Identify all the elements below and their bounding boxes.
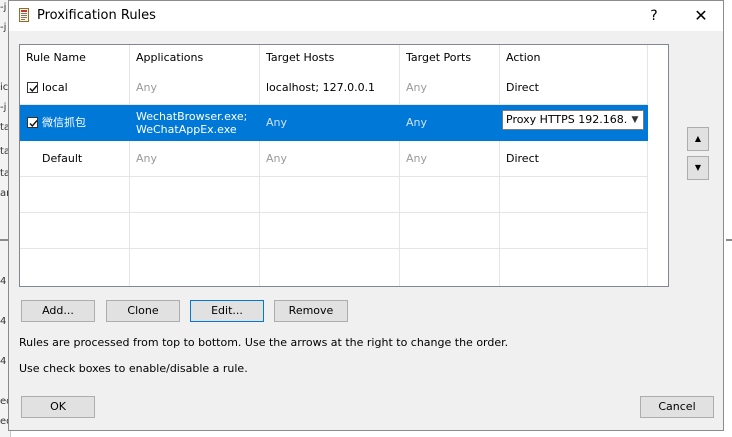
rule-name: 微信抓包 xyxy=(42,116,86,129)
app-icon xyxy=(19,8,29,22)
rule-enabled-checkbox[interactable] xyxy=(27,82,38,93)
rule-name: Default xyxy=(20,141,130,177)
application-entry: WeChatAppEx.exe xyxy=(136,123,237,136)
close-button[interactable]: ✕ xyxy=(685,4,717,28)
target-hosts-cell: Any xyxy=(260,141,400,177)
action-cell: Proxy HTTPS 192.168.3.1 ▼ xyxy=(500,105,648,141)
dialog-title: Proxification Rules xyxy=(37,8,156,23)
column-header-target-ports[interactable]: Target Ports xyxy=(400,45,500,71)
table-row[interactable]: local Any localhost; 127.0.0.1 Any Direc… xyxy=(20,71,668,105)
move-up-button[interactable]: ▲ xyxy=(687,127,709,151)
applications-cell: WechatBrowser.exe; WeChatAppEx.exe xyxy=(130,105,260,141)
table-header: Rule Name Applications Target Hosts Targ… xyxy=(20,45,668,71)
empty-row xyxy=(20,213,668,249)
chevron-down-icon[interactable]: ▼ xyxy=(627,111,643,129)
target-ports-cell: Any xyxy=(400,105,500,141)
applications-cell: Any xyxy=(130,71,260,105)
rule-enabled-checkbox[interactable] xyxy=(27,117,38,128)
proxification-rules-dialog: Proxification Rules ? ✕ Rule Name Applic… xyxy=(8,0,724,431)
action-cell: Direct xyxy=(500,141,648,177)
clone-button[interactable]: Clone xyxy=(106,300,180,322)
action-dropdown[interactable]: Proxy HTTPS 192.168.3.1 ▼ xyxy=(502,110,644,130)
rules-table: Rule Name Applications Target Hosts Targ… xyxy=(19,44,669,287)
checkbox-help-text: Use check boxes to enable/disable a rule… xyxy=(19,362,248,375)
cancel-button[interactable]: Cancel xyxy=(640,396,714,418)
target-ports-cell: Any xyxy=(400,141,500,177)
empty-row xyxy=(20,177,668,213)
remove-button[interactable]: Remove xyxy=(274,300,348,322)
column-header-applications[interactable]: Applications xyxy=(130,45,260,71)
rule-name: local xyxy=(42,81,68,94)
add-button[interactable]: Add... xyxy=(21,300,95,322)
target-hosts-cell: Any xyxy=(260,105,400,141)
action-dropdown-value: Proxy HTTPS 192.168.3.1 xyxy=(506,113,644,126)
applications-cell: Any xyxy=(130,141,260,177)
target-ports-cell: Any xyxy=(400,71,500,105)
target-hosts-cell: localhost; 127.0.0.1 xyxy=(260,71,400,105)
action-cell: Direct xyxy=(500,71,648,105)
column-header-rule-name[interactable]: Rule Name xyxy=(20,45,130,71)
ok-button[interactable]: OK xyxy=(21,396,95,418)
column-header-target-hosts[interactable]: Target Hosts xyxy=(260,45,400,71)
help-button[interactable]: ? xyxy=(639,4,669,28)
move-down-button[interactable]: ▼ xyxy=(687,156,709,180)
order-help-text: Rules are processed from top to bottom. … xyxy=(19,336,509,349)
table-row[interactable]: Default Any Any Any Direct xyxy=(20,141,668,177)
title-bar[interactable]: Proxification Rules ? ✕ xyxy=(9,1,723,31)
application-entry: WechatBrowser.exe; xyxy=(136,110,248,123)
background-divider xyxy=(726,239,732,241)
table-row-selected[interactable]: 微信抓包 WechatBrowser.exe; WeChatAppEx.exe … xyxy=(20,105,668,141)
column-header-action[interactable]: Action xyxy=(500,45,648,71)
edit-button[interactable]: Edit... xyxy=(190,300,264,322)
empty-row xyxy=(20,249,668,286)
